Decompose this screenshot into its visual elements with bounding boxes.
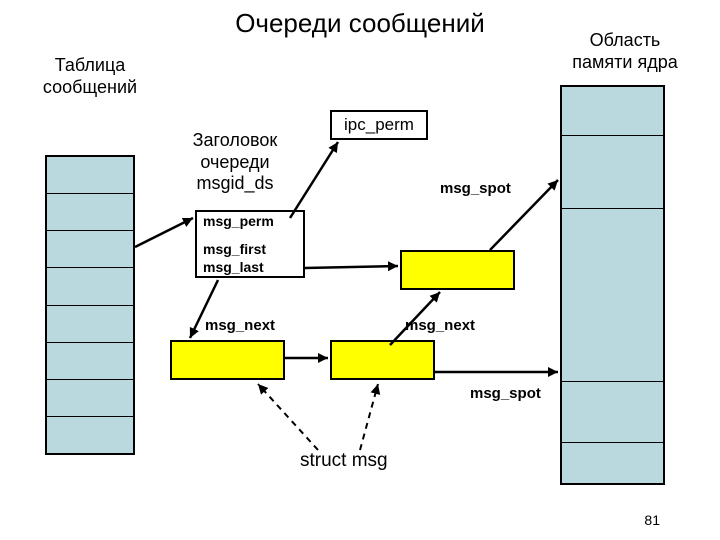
table-row: [562, 135, 663, 208]
box-msgid-ds: msg_perm msg_first msg_last: [195, 210, 305, 278]
label-kernel-area: Область памяти ядра: [555, 30, 695, 73]
field-msg-last: msg_last: [197, 258, 303, 276]
msg-box-2: [330, 340, 435, 380]
msg-box-3: [400, 250, 515, 290]
table-row: [47, 157, 133, 193]
msg-table: [45, 155, 135, 455]
page-number: 81: [644, 512, 660, 528]
table-row: [47, 267, 133, 304]
table-row: [562, 87, 663, 135]
field-msg-perm: msg_perm: [197, 212, 303, 230]
table-row: [47, 230, 133, 267]
table-row: [562, 208, 663, 381]
label-header: Заголовок очереди msgid_ds: [175, 130, 295, 195]
table-row: [47, 416, 133, 453]
diagram-stage: Очереди сообщений Таблица сообщений Обла…: [0, 0, 720, 540]
label-msg-spot-1: msg_spot: [440, 180, 511, 197]
table-row: [47, 342, 133, 379]
label-msg-table: Таблица сообщений: [30, 55, 150, 98]
box-ipc-perm: ipc_perm: [330, 110, 428, 140]
label-msg-next-2: msg_next: [405, 317, 475, 334]
label-msg-next-1: msg_next: [205, 317, 275, 334]
label-msg-spot-2: msg_spot: [470, 385, 541, 402]
kernel-memory: [560, 85, 665, 485]
table-row: [47, 379, 133, 416]
field-msg-first: msg_first: [197, 240, 303, 258]
table-row: [47, 305, 133, 342]
msg-box-1: [170, 340, 285, 380]
table-row: [47, 193, 133, 230]
table-row: [562, 442, 663, 483]
label-struct-msg: struct msg: [300, 450, 388, 473]
table-row: [562, 381, 663, 442]
ipc-perm-text: ipc_perm: [344, 115, 414, 135]
